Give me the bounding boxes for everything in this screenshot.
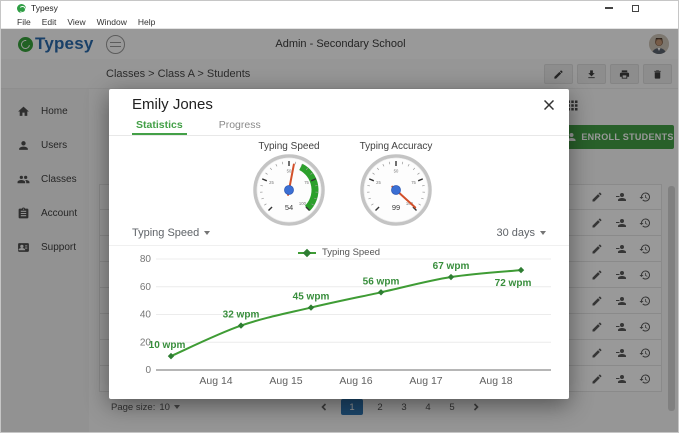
close-window-button[interactable]	[657, 3, 668, 14]
date-range-value: 30 days	[496, 227, 535, 239]
student-name-title: Emily Jones	[132, 96, 213, 113]
svg-text:Aug 15: Aug 15	[269, 375, 302, 387]
app-area: Typesy Admin - Secondary School Classes …	[1, 29, 679, 433]
svg-text:Aug 16: Aug 16	[339, 375, 372, 387]
menu-window[interactable]: Window	[97, 17, 127, 27]
legend-label: Typing Speed	[322, 247, 380, 258]
divider	[109, 245, 569, 246]
legend-line-marker-icon	[298, 249, 316, 256]
svg-text:60: 60	[140, 282, 152, 293]
svg-text:10 wpm: 10 wpm	[149, 340, 186, 351]
modal-tabs: Statistics Progress	[109, 117, 569, 136]
app-icon	[17, 4, 26, 13]
metric-dropdown[interactable]: Typing Speed	[132, 227, 210, 239]
chevron-down-icon	[204, 231, 210, 235]
svg-text:40: 40	[140, 310, 152, 321]
close-icon	[657, 3, 668, 14]
svg-text:0: 0	[145, 365, 151, 376]
typing-speed-gauge-label: Typing Speed	[229, 141, 349, 152]
typing-speed-gauge: 25 50 75 100 54	[252, 153, 326, 227]
svg-text:45 wpm: 45 wpm	[293, 292, 330, 303]
svg-text:25: 25	[376, 180, 381, 185]
close-icon	[544, 100, 554, 110]
svg-text:25: 25	[269, 180, 274, 185]
student-detail-modal: Emily Jones Statistics Progress Typing S…	[109, 89, 569, 399]
maximize-icon	[632, 5, 639, 12]
svg-text:99: 99	[392, 203, 400, 212]
menu-file[interactable]: File	[17, 17, 31, 27]
maximize-button[interactable]	[630, 3, 641, 14]
window-title: Typesy	[31, 3, 58, 13]
typing-accuracy-gauge: 25507510099	[359, 153, 433, 227]
menu-edit[interactable]: Edit	[42, 17, 57, 27]
modal-close-button[interactable]	[541, 97, 557, 113]
chart-legend: Typing Speed	[109, 247, 569, 258]
menu-bar: File Edit View Window Help	[1, 15, 678, 29]
svg-text:Aug 18: Aug 18	[479, 375, 512, 387]
svg-text:50: 50	[287, 169, 292, 174]
svg-text:32 wpm: 32 wpm	[223, 310, 260, 321]
svg-text:75: 75	[411, 180, 416, 185]
tab-progress[interactable]: Progress	[215, 117, 265, 135]
metric-dropdown-value: Typing Speed	[132, 227, 199, 239]
menu-help[interactable]: Help	[138, 17, 155, 27]
chevron-down-icon	[540, 231, 546, 235]
typing-speed-chart: 020406080Aug 14Aug 15Aug 16Aug 17Aug 181…	[109, 253, 569, 395]
app-window: Typesy File Edit View Window Help Typesy…	[0, 0, 679, 433]
svg-text:67 wpm: 67 wpm	[433, 261, 470, 272]
typing-accuracy-gauge-label: Typing Accuracy	[336, 141, 456, 152]
menu-view[interactable]: View	[67, 17, 85, 27]
svg-text:Aug 14: Aug 14	[199, 375, 232, 387]
svg-text:100: 100	[299, 201, 307, 206]
svg-text:54: 54	[285, 203, 293, 212]
svg-text:Aug 17: Aug 17	[409, 375, 442, 387]
svg-text:56 wpm: 56 wpm	[363, 276, 400, 287]
os-title-bar: Typesy	[1, 1, 678, 15]
svg-text:72 wpm: 72 wpm	[495, 278, 532, 289]
date-range-dropdown[interactable]: 30 days	[496, 227, 546, 239]
minimize-icon	[605, 7, 613, 9]
svg-text:50: 50	[394, 169, 399, 174]
svg-text:75: 75	[304, 180, 309, 185]
tab-statistics[interactable]: Statistics	[132, 117, 187, 135]
minimize-button[interactable]	[603, 3, 614, 14]
